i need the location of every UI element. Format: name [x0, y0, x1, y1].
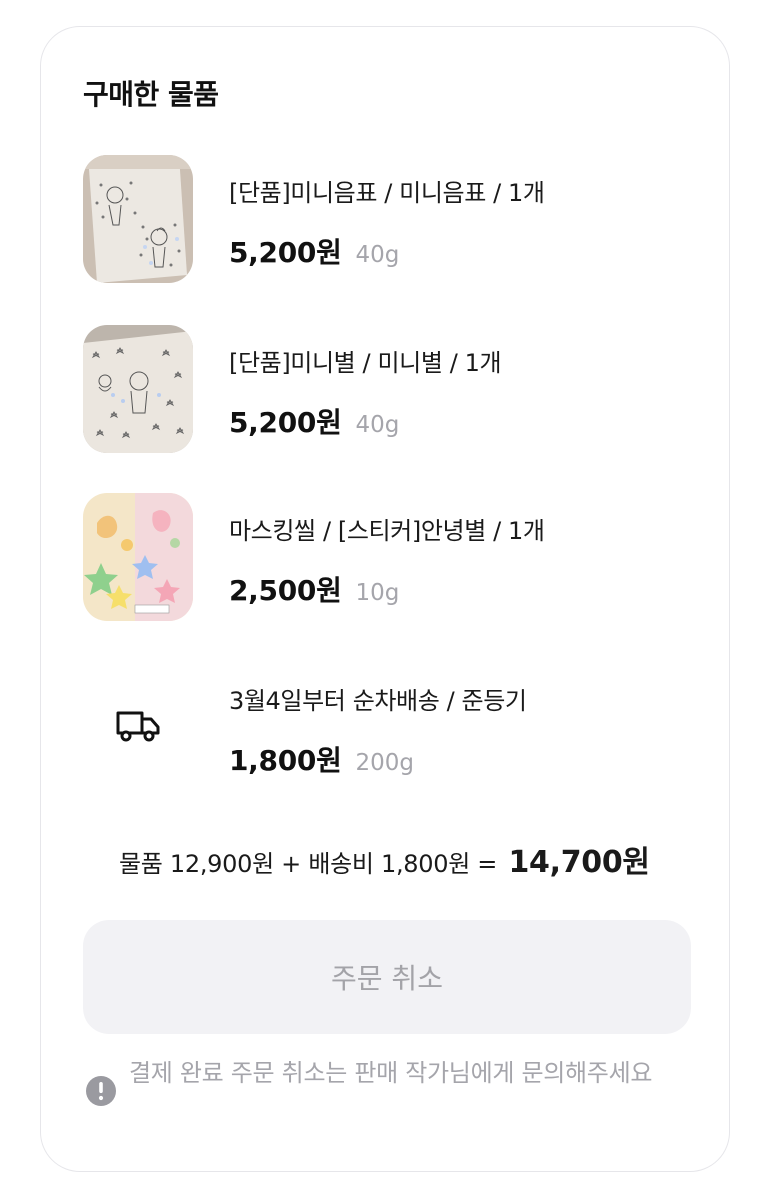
shipping-price-row: 1,800원 200g	[229, 739, 414, 779]
summary-total: 14,700원	[508, 845, 650, 880]
item-weight: 40g	[355, 242, 400, 268]
item-price-row: 2,500원 10g	[229, 569, 399, 609]
product-thumbnail[interactable]	[83, 155, 193, 283]
item-weight: 10g	[355, 580, 400, 606]
shipping-name: 3월4일부터 순차배송 / 준등기	[229, 687, 527, 715]
shipping-row: 3월4일부터 순차배송 / 준등기 1,800원 200g	[83, 663, 703, 791]
item-price-row: 5,200원 40g	[229, 401, 399, 441]
section-title: 구매한 물품	[83, 78, 219, 111]
item-price-row: 5,200원 40g	[229, 231, 399, 271]
item-price: 5,200원	[229, 236, 342, 269]
shipping-price: 1,800원	[229, 744, 342, 777]
truck-icon	[115, 705, 161, 745]
order-summary: 물품 12,900원 + 배송비 1,800원 = 14,700원	[119, 837, 650, 881]
item-name: [단품]미니음표 / 미니음표 / 1개	[229, 179, 545, 207]
notice-text: 결제 완료 주문 취소는 판매 작가님에게 문의해주세요	[129, 1059, 653, 1087]
list-item[interactable]: [단품]미니음표 / 미니음표 / 1개 5,200원 40g	[83, 155, 703, 283]
item-price: 2,500원	[229, 574, 342, 607]
summary-formula: 물품 12,900원 + 배송비 1,800원 =	[119, 850, 498, 878]
exclamation-circle-icon	[85, 1075, 117, 1107]
shipping-weight: 200g	[355, 750, 415, 776]
purchased-items-card: 구매한 물품 [단품]미니음표 / 미니음표 / 1개 5,200원 40g […	[40, 26, 730, 1172]
item-name: [단품]미니별 / 미니별 / 1개	[229, 349, 502, 377]
cancel-order-button[interactable]: 주문 취소	[83, 920, 691, 1034]
product-thumbnail[interactable]	[83, 325, 193, 453]
list-item[interactable]: 마스킹씰 / [스티커]안녕별 / 1개 2,500원 10g	[83, 493, 703, 621]
item-weight: 40g	[355, 412, 400, 438]
list-item[interactable]: [단품]미니별 / 미니별 / 1개 5,200원 40g	[83, 325, 703, 453]
product-thumbnail[interactable]	[83, 493, 193, 621]
item-price: 5,200원	[229, 406, 342, 439]
item-name: 마스킹씰 / [스티커]안녕별 / 1개	[229, 517, 545, 545]
